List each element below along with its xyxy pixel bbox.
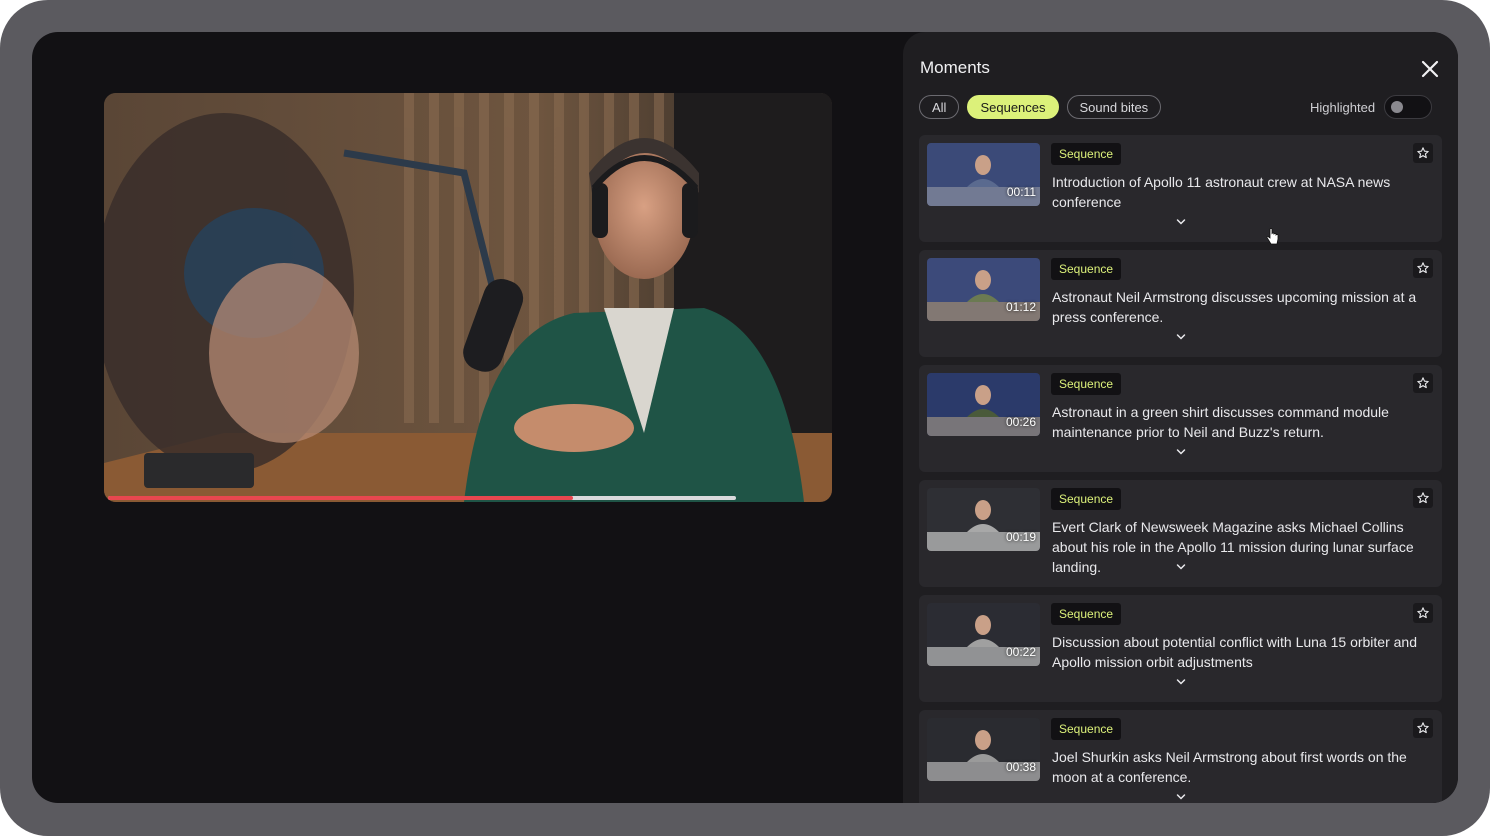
highlight-star-button[interactable] [1413,718,1433,738]
chevron-down-icon[interactable] [1176,563,1186,571]
filter-sequences-label: Sequences [980,99,1046,115]
star-icon [1417,722,1429,734]
moment-card[interactable]: 00:38 Sequence Joel Shurkin asks Neil Ar… [919,710,1442,803]
moment-description: Astronaut Neil Armstrong discusses upcom… [1052,289,1417,325]
moment-duration: 00:26 [1005,415,1036,429]
moment-card[interactable]: 00:26 Sequence Astronaut in a green shir… [919,365,1442,472]
chevron-down-icon[interactable] [1176,218,1186,226]
star-icon [1417,377,1429,389]
highlight-star-button[interactable] [1413,603,1433,623]
chevron-down-icon[interactable] [1176,793,1186,801]
panel-title: Moments [920,58,990,77]
moment-duration: 00:38 [1005,760,1036,774]
filter-sound-bites-chip[interactable]: Sound bites [1066,95,1162,119]
moment-thumbnail[interactable]: 01:12 [927,258,1040,321]
scrubber-progress [108,496,573,500]
moment-tag: Sequence [1051,603,1122,625]
moment-tag: Sequence [1051,258,1122,280]
close-icon [1421,60,1439,78]
moment-duration: 00:22 [1005,645,1036,659]
moment-duration: 01:12 [1005,300,1036,314]
hand-cursor-icon [1266,228,1279,245]
moment-description: Joel Shurkin asks Neil Armstrong about f… [1052,749,1407,785]
filter-all-label: All [932,99,947,115]
filter-all-chip[interactable]: All [919,95,960,119]
moment-description: Evert Clark of Newsweek Magazine asks Mi… [1052,519,1414,575]
close-button[interactable] [1419,58,1441,80]
filter-chips: All Sequences Sound bites [919,95,1162,119]
highlighted-filter: Highlighted [1310,95,1433,119]
moment-card[interactable]: 00:19 Sequence Evert Clark of Newsweek M… [919,480,1442,587]
highlight-star-button[interactable] [1413,373,1433,393]
moment-thumbnail[interactable]: 00:26 [927,373,1040,436]
moment-description: Discussion about potential conflict with… [1052,634,1417,670]
filter-sequences-chip[interactable]: Sequences [967,95,1059,119]
chevron-down-icon[interactable] [1176,333,1186,341]
star-icon [1417,492,1429,504]
chevron-down-icon[interactable] [1176,678,1186,686]
device-frame: Moments All Sequences Sound bites Highli… [0,0,1490,836]
moment-thumbnail[interactable]: 00:11 [927,143,1040,206]
highlight-star-button[interactable] [1413,143,1433,163]
moment-card[interactable]: 00:22 Sequence Discussion about potentia… [919,595,1442,702]
moment-thumbnail[interactable]: 00:38 [927,718,1040,781]
star-icon [1417,262,1429,274]
highlighted-toggle[interactable] [1384,95,1433,119]
video-frame-image [104,93,832,502]
moments-panel: Moments All Sequences Sound bites Highli… [903,32,1458,803]
filter-sound-bites-label: Sound bites [1079,99,1149,115]
moment-tag: Sequence [1051,488,1122,510]
moment-duration: 00:11 [1006,185,1036,199]
star-icon [1417,607,1429,619]
star-icon [1417,147,1429,159]
moment-tag: Sequence [1051,143,1122,165]
video-scrubber[interactable] [108,496,736,500]
highlight-star-button[interactable] [1413,258,1433,278]
app-screen: Moments All Sequences Sound bites Highli… [32,32,1458,803]
highlighted-label: Highlighted [1310,99,1376,115]
toggle-knob [1391,101,1404,113]
moment-tag: Sequence [1051,718,1122,740]
moment-card[interactable]: 01:12 Sequence Astronaut Neil Armstrong … [919,250,1442,357]
chevron-down-icon[interactable] [1176,448,1186,456]
video-player[interactable] [104,93,832,502]
moment-thumbnail[interactable]: 00:22 [927,603,1040,666]
moment-description: Astronaut in a green shirt discusses com… [1052,404,1389,440]
moment-duration: 00:19 [1005,530,1036,544]
highlight-star-button[interactable] [1413,488,1433,508]
moment-thumbnail[interactable]: 00:19 [927,488,1040,551]
moment-description: Introduction of Apollo 11 astronaut crew… [1052,174,1391,210]
moment-card[interactable]: 00:11 Sequence Introduction of Apollo 11… [919,135,1442,242]
moment-tag: Sequence [1051,373,1122,395]
